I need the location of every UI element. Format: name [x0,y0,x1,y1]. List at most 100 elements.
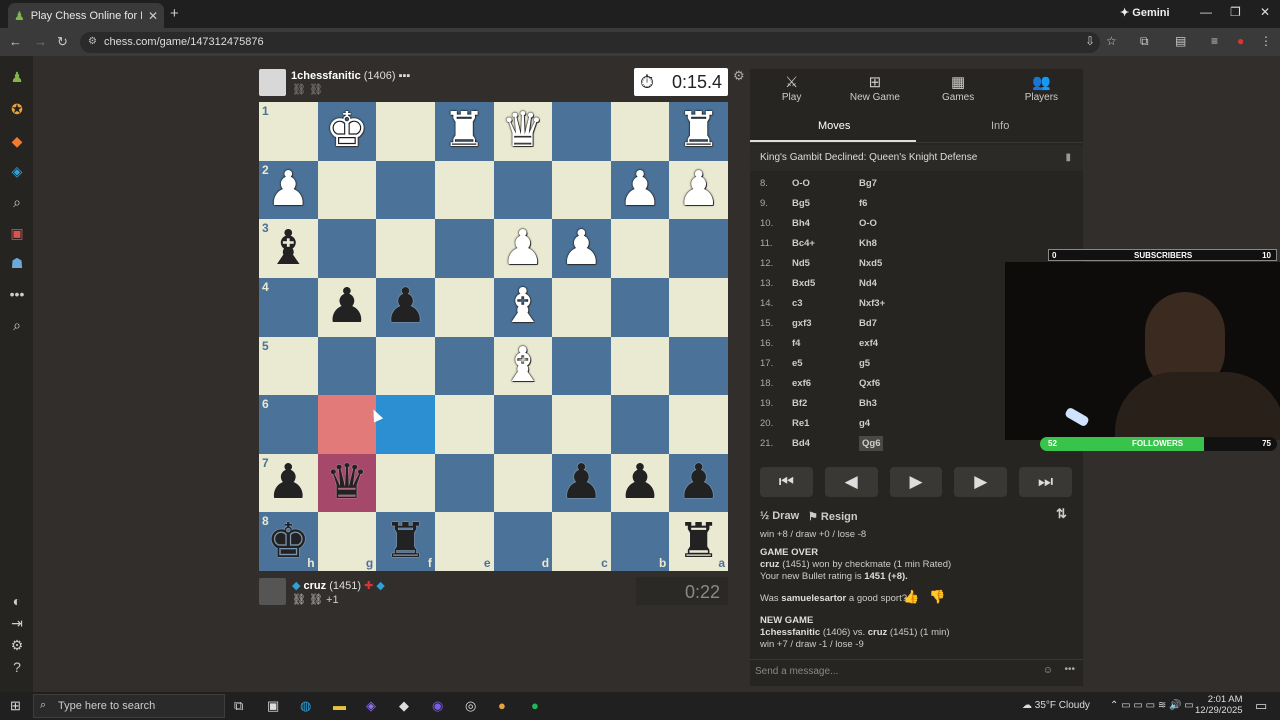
play-button[interactable]: ▶ [889,467,943,497]
square[interactable] [610,395,670,454]
square[interactable] [317,219,377,278]
white-move[interactable]: Bf2 [792,398,859,409]
square[interactable]: ♜ [434,102,494,161]
puzzles-icon[interactable]: ✪ [8,100,26,118]
bottom-player-avatar[interactable] [259,578,286,605]
file-explorer-icon[interactable]: ▬ [333,698,346,713]
more-icon[interactable]: ••• [8,285,26,303]
square[interactable] [434,277,494,337]
panel-nav-play[interactable]: ⚔ Play [750,69,833,109]
square[interactable]: 2 ♟ [259,160,318,220]
forward-icon[interactable]: → [34,34,47,49]
square[interactable]: 7 ♟ [259,453,318,513]
square[interactable] [669,395,728,454]
square[interactable] [552,160,611,220]
tab-info[interactable]: Info [991,120,1009,132]
white-move[interactable]: Bg5 [792,198,859,209]
clock[interactable]: 2:01 AM 12/29/2025 [1195,694,1243,716]
help-icon[interactable]: ? [8,658,26,676]
square[interactable] [434,160,494,220]
resign-button[interactable]: ⚑ Resign [808,510,858,523]
black-move[interactable]: Nd4 [859,278,939,289]
square[interactable]: 1 [259,102,318,161]
square[interactable] [317,336,377,396]
last-move-button[interactable]: ⏭ [1019,467,1072,497]
back-icon[interactable]: ← [9,34,22,49]
github-icon[interactable]: ◎ [465,698,476,714]
first-move-button[interactable]: ⏮ [760,467,813,497]
chess-piece[interactable]: ♟ [677,165,720,214]
board-settings-icon[interactable]: ⚙ [733,68,745,84]
draw-button[interactable]: ½ Draw [760,510,799,522]
close-icon[interactable]: ✕ [148,9,158,23]
square[interactable] [434,219,494,278]
square[interactable] [376,219,435,278]
square[interactable] [493,160,553,220]
white-move[interactable]: Bxd5 [792,278,859,289]
square[interactable] [669,219,728,278]
white-move[interactable]: gxf3 [792,318,859,329]
square[interactable]: ♜ [669,102,728,161]
next-move-button[interactable]: ▶ [954,467,1008,497]
obs-icon[interactable]: ◉ [432,698,443,714]
news-icon[interactable]: ▣ [8,224,26,242]
square[interactable]: d [493,512,553,571]
chat-ng-player1[interactable]: 1chessfanitic [760,627,820,638]
white-move[interactable]: e5 [792,358,859,369]
prev-move-button[interactable]: ◀ [824,467,878,497]
white-move[interactable]: Nd5 [792,258,859,269]
watch-icon[interactable]: ◈ [8,162,26,180]
square[interactable] [317,395,377,454]
white-move[interactable]: O-O [792,178,859,189]
emoji-icon[interactable]: ☺ [1043,665,1053,676]
chess-board[interactable]: 1 ♚ ♜ ♛ ♜ 2 ♟ ♟ ♟ 3 ♝ ♟ ♟ 4 ♟ ♟ ♝ 5 ♝ 6 7 ♟ ♛ ♟ ♟ ♟ 8 h ♚ g f ♜ e d c b a ♜ [259,102,728,571]
square[interactable] [552,277,611,337]
square[interactable]: ♟ [610,453,670,513]
panel-nav-players[interactable]: 👥 Players [1000,69,1083,109]
black-move[interactable]: exf4 [859,338,939,349]
chess-piece[interactable]: ♟ [619,165,662,214]
square[interactable]: ♟ [552,219,611,278]
bottom-player-name[interactable]: cruz [304,580,327,592]
url-input[interactable]: ⚙ chess.com/game/147312475876 [80,32,1100,53]
binoculars-icon[interactable]: ⌕ [8,193,26,211]
edge-icon[interactable]: ◍ [300,698,311,714]
square[interactable]: ♚ [317,102,377,161]
black-move[interactable]: Bd7 [859,318,939,329]
chess-piece[interactable]: ♜ [384,517,427,566]
square[interactable]: c [552,512,611,571]
browser-tab[interactable]: ♟ Play Chess Online for FREE - 2 P ✕ [8,3,164,28]
square[interactable]: ♟ [610,160,670,220]
chess-piece[interactable]: ♚ [325,107,368,155]
chess-piece[interactable]: ♝ [267,224,310,273]
notifications-icon[interactable]: ▭ [1255,698,1267,714]
chess-piece[interactable]: ♟ [560,459,603,507]
square[interactable] [669,277,728,337]
chess-piece[interactable]: ♛ [325,459,368,507]
menu-icon[interactable]: ⋮ [1260,34,1272,48]
bookmark-star-icon[interactable]: ☆ [1106,34,1117,48]
square[interactable] [610,102,670,161]
black-move[interactable]: Kh8 [859,238,939,249]
square[interactable]: ♟ [317,277,377,337]
square[interactable]: b [610,512,670,571]
search-icon[interactable]: ⌕ [8,316,26,334]
square[interactable] [552,395,611,454]
settings-icon[interactable]: ⚙ [8,636,26,654]
square[interactable] [552,102,611,161]
flip-board-icon[interactable]: ⇅ [1056,506,1067,522]
square[interactable] [610,277,670,337]
square[interactable]: ♟ [669,160,728,220]
chess-piece[interactable]: ♟ [619,459,662,507]
square[interactable]: f ♜ [376,512,435,571]
square[interactable] [376,336,435,396]
chrome-icon[interactable]: ● [498,698,506,713]
white-move[interactable]: f4 [792,338,859,349]
top-player-name[interactable]: 1chessfanitic [291,70,361,82]
square[interactable] [434,453,494,513]
chess-logo-icon[interactable]: ♟ [8,68,26,86]
square[interactable]: 5 [259,336,318,396]
top-player-avatar[interactable] [259,69,286,96]
copilot-icon[interactable]: ◈ [366,698,376,714]
more-options-icon[interactable]: ••• [1064,664,1075,675]
